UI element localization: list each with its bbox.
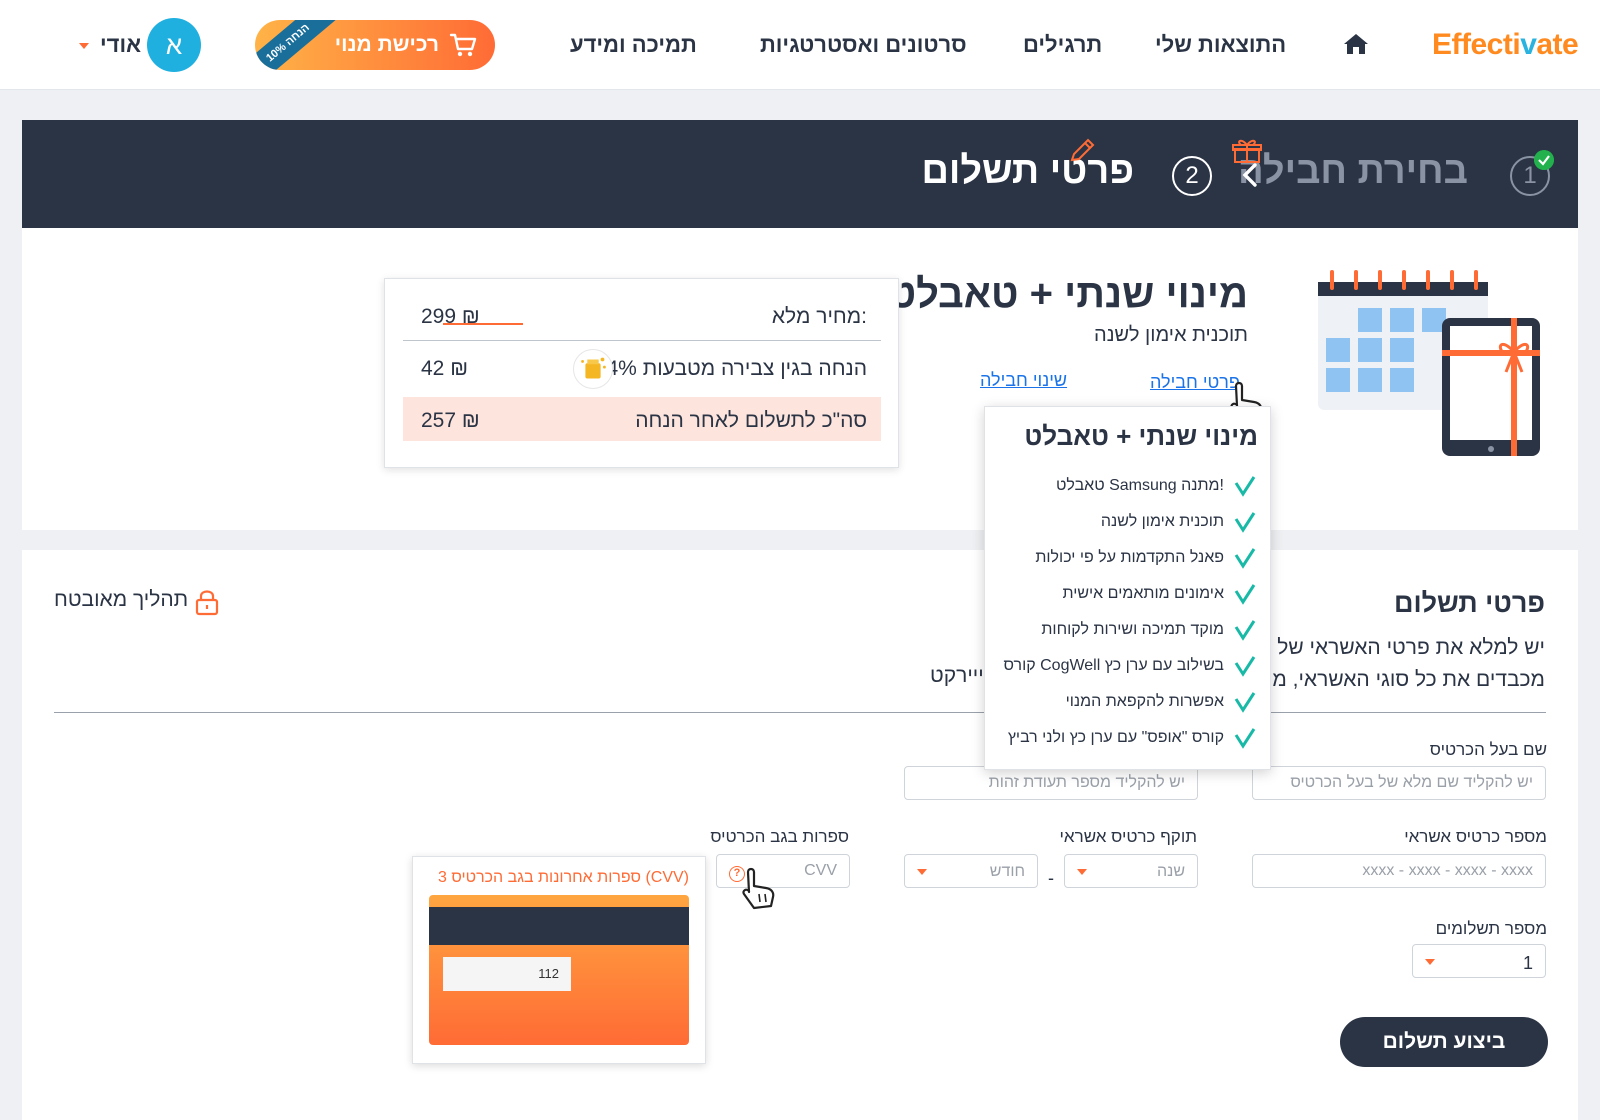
list-item: מוקד תמיכה ושירות לקוחות [988, 617, 1258, 645]
total-label: סה"כ לתשלום לאחר הנחה [635, 409, 867, 432]
top-navigation-bar: Effectivate התוצאות שלי תרגילים סרטונים … [0, 0, 1600, 90]
list-item: אימונים מותאמים אישית [988, 581, 1258, 609]
effectivate-logo[interactable]: Effectivate [1432, 28, 1579, 62]
step2-number: 2 [1172, 156, 1212, 196]
list-item: קורס CogWell בשילוב עם ערן כץ [988, 653, 1258, 681]
step1-label[interactable]: בחירת חבילה [1238, 150, 1468, 193]
change-package-link[interactable]: שינוי חבילה [980, 370, 1067, 391]
submit-payment-button[interactable]: ביצוע תשלום [1340, 1017, 1548, 1067]
month-placeholder: חודש [989, 863, 1025, 880]
pencil-icon [1070, 138, 1095, 162]
credit-card-back-illustration: 112 [429, 895, 689, 1045]
cvv-help-title: 3 ספרות אחרונות בגב הכרטיס (CVV) [437, 869, 689, 886]
card-signature-strip: 112 [443, 957, 571, 991]
nav-videos-strategies[interactable]: סרטונים ואסטרטגיות [760, 32, 967, 58]
step-complete-check-icon [1534, 150, 1554, 170]
cvv-label: ספרות בגב הכרטיס [710, 827, 849, 846]
year-placeholder: שנה [1156, 863, 1185, 880]
year-caret-icon [1077, 869, 1087, 875]
nav-exercises[interactable]: תרגילים [1023, 32, 1102, 58]
list-item: טאבלט Samsung מתנה! [988, 473, 1258, 501]
coins-icon [573, 349, 613, 389]
card-number-input[interactable] [1252, 854, 1546, 888]
full-price-label: מחיר מלא: [771, 305, 867, 328]
price-summary-card: מחיר מלא: 299 ₪ 14% הנחה בגין צבירה מטבע… [384, 278, 899, 468]
installments-label: מספר תשלומים [1435, 919, 1547, 938]
list-item: פאנל התקדמות על פי יכולות [988, 545, 1258, 573]
avatar[interactable]: א [147, 18, 201, 72]
checkout-steps-bar: 1 בחירת חבילה 2 פרטי תשלום [22, 120, 1578, 228]
package-subtitle: תוכנית אימון לשנה [1094, 324, 1248, 346]
full-price-value: 299 ₪ [421, 305, 480, 328]
payment-description-tail: ייירקט [930, 664, 984, 687]
checkmark-icon [1234, 656, 1256, 677]
buy-subscription-button[interactable]: 10% הנחה רכישת מנוי [255, 20, 495, 70]
holder-name-input[interactable] [1252, 766, 1546, 800]
user-name[interactable]: אודי [100, 32, 141, 58]
price-strikethrough [443, 323, 523, 325]
checkmark-icon [1234, 584, 1256, 605]
pointer-hand-icon [742, 867, 775, 910]
cart-icon [449, 33, 477, 57]
user-menu-caret-icon[interactable] [79, 43, 89, 49]
package-details-popup: מינוי שנתי + טאבלט טאבלט Samsung מתנה! ת… [984, 406, 1271, 770]
total-value: 257 ₪ [421, 409, 480, 432]
expiry-month-select[interactable]: חודש [904, 854, 1038, 888]
card-number-label: מספר כרטיס אשראי [1404, 827, 1547, 846]
card-magnetic-stripe [429, 907, 689, 945]
payment-description: יש למלא את פרטי האשראי של מכבדים את כל ס… [1272, 636, 1545, 691]
discount-row: 14% הנחה בגין צבירה מטבעות 42 ₪ [403, 345, 881, 389]
home-icon[interactable] [1343, 32, 1369, 56]
list-item: תוכנית אימון לשנה [988, 509, 1258, 537]
month-caret-icon [917, 869, 927, 875]
calendar-tablet-illustration-icon [1318, 270, 1540, 456]
installments-select[interactable]: 1 [1412, 944, 1546, 978]
checkmark-icon [1234, 620, 1256, 641]
package-title: מינוי שנתי + טאבלט [888, 272, 1248, 316]
total-row: סה"כ לתשלום לאחר הנחה 257 ₪ [403, 397, 881, 441]
discount-label: 14% הנחה בגין צבירה מטבעות [594, 357, 867, 380]
full-price-row: מחיר מלא: 299 ₪ [403, 293, 881, 341]
discount-ribbon: 10% הנחה [255, 20, 339, 70]
installments-caret-icon [1425, 959, 1435, 965]
expiry-year-select[interactable]: שנה [1064, 854, 1198, 888]
lock-icon [195, 590, 219, 616]
nav-my-results[interactable]: התוצאות שלי [1155, 32, 1286, 58]
gift-icon [1232, 139, 1262, 163]
holder-name-label: שם בעל הכרטיס [1429, 740, 1547, 759]
section-divider [54, 712, 1546, 713]
checkmark-icon [1234, 512, 1256, 533]
buy-subscription-label: רכישת מנוי [334, 33, 439, 56]
payment-title: פרטי תשלום [1394, 588, 1545, 618]
nav-support-info[interactable]: תמיכה ומידע [570, 32, 697, 58]
cvv-help-tooltip: 3 ספרות אחרונות בגב הכרטיס (CVV) 112 [412, 856, 706, 1064]
id-number-input[interactable] [904, 766, 1198, 800]
discount-value: 42 ₪ [421, 357, 469, 380]
popup-title: מינוי שנתי + טאבלט [1024, 421, 1258, 451]
chevron-left-icon [1242, 163, 1257, 187]
checkmark-icon [1234, 476, 1256, 497]
expiry-dash: - [1048, 868, 1054, 888]
secure-process-label: תהליך מאובטח [54, 588, 189, 611]
checkmark-icon [1234, 692, 1256, 713]
installments-value: 1 [1522, 953, 1533, 973]
step2-label: פרטי תשלום [921, 150, 1134, 192]
list-item: קורס "אופס" עם ערן כץ ולני רביץ [988, 725, 1258, 753]
checkmark-icon [1234, 728, 1256, 749]
expiry-label: תוקף כרטיס אשראי [1059, 827, 1197, 846]
checkmark-icon [1234, 548, 1256, 569]
list-item: אפשרות להקפאת המנוי [988, 689, 1258, 717]
